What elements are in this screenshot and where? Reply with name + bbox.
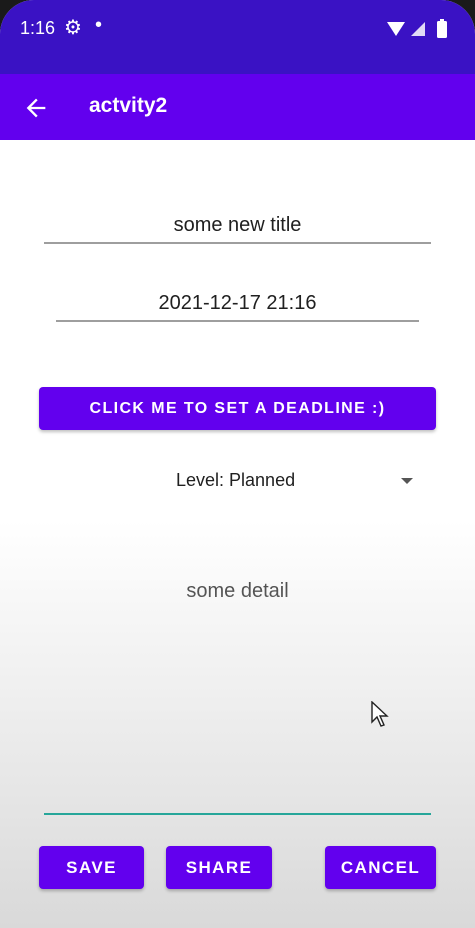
detail-input-underline (44, 813, 431, 815)
mouse-cursor-icon (371, 701, 389, 727)
page-title: actvity2 (89, 94, 168, 117)
status-time: 1:16 (20, 18, 56, 38)
set-deadline-button[interactable]: CLICK ME TO SET A DEADLINE :) (39, 387, 436, 430)
wifi-signal-battery-icon (387, 19, 447, 38)
title-input[interactable]: some new title (44, 214, 431, 237)
dropdown-arrow-icon (401, 478, 413, 484)
arrow-back-icon[interactable] (22, 94, 50, 122)
cancel-button[interactable]: CANCEL (325, 846, 436, 889)
share-button[interactable]: SHARE (166, 846, 272, 889)
notification-dot: • (95, 14, 103, 36)
app-bar: actvity2 (0, 74, 475, 140)
status-bar: 1:16 ⚙ • (0, 0, 475, 74)
level-spinner-value: Level: Planned (176, 470, 296, 490)
gear-icon: ⚙ (64, 17, 82, 39)
phone-screen: 1:16 ⚙ • actvity2 some new title 2021-12… (0, 0, 475, 928)
date-input-underline (56, 320, 419, 322)
detail-input[interactable]: some detail (44, 580, 431, 603)
save-button[interactable]: SAVE (39, 846, 144, 889)
title-input-underline (44, 242, 431, 244)
date-input[interactable]: 2021-12-17 21:16 (56, 292, 419, 315)
